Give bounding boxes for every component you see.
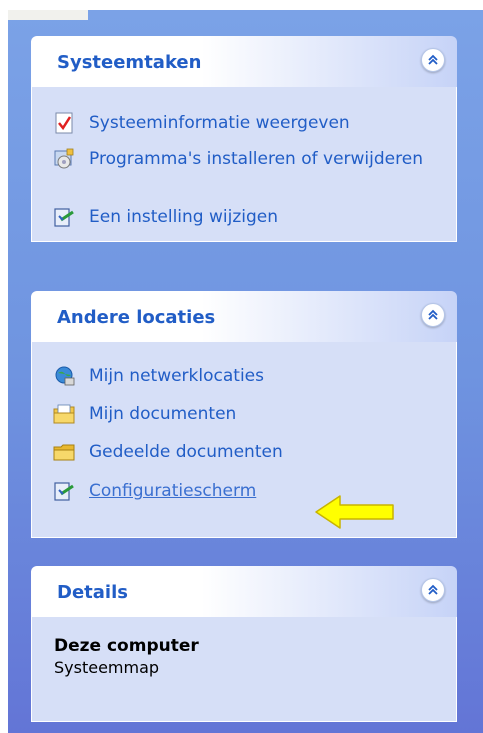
task-label: Programma's installeren of verwijderen [89, 149, 423, 169]
other-places-header[interactable]: Andere locaties [31, 291, 457, 342]
add-remove-programs-icon [54, 148, 74, 169]
system-tasks-header[interactable]: Systeemtaken [31, 36, 457, 87]
place-my-documents[interactable]: Mijn documenten [53, 403, 443, 425]
place-label: Mijn documenten [89, 404, 237, 424]
details-body: Deze computer Systeemmap [31, 617, 457, 722]
my-documents-icon [53, 404, 75, 424]
place-label: Gedeelde documenten [89, 442, 283, 462]
system-tasks-body: Systeeminformatie weergeven Programma's … [31, 87, 457, 242]
task-change-setting[interactable]: Een instelling wijzigen [53, 206, 443, 228]
details-header[interactable]: Details [31, 566, 457, 617]
place-shared-documents[interactable]: Gedeelde documenten [53, 441, 443, 463]
detail-item-name: Deze computer [54, 636, 199, 656]
network-places-icon [55, 366, 75, 386]
collapse-other-places-button[interactable] [421, 303, 445, 327]
task-add-remove-programs[interactable]: Programma's installeren of verwijderen [53, 148, 443, 170]
task-label: Een instelling wijzigen [89, 207, 279, 227]
chevron-up-double-icon [428, 309, 438, 320]
collapse-details-button[interactable] [421, 578, 445, 602]
system-tasks-panel: Systeemtaken Systeeminformatie weergeven [31, 36, 457, 242]
change-setting-icon [54, 208, 74, 227]
system-tasks-title: Systeemtaken [57, 52, 202, 73]
control-panel-icon [54, 482, 74, 501]
window-corner-strip [8, 10, 88, 20]
chevron-up-double-icon [428, 54, 438, 65]
details-panel: Details Deze computer Systeemmap [31, 566, 457, 722]
system-info-icon [55, 112, 73, 134]
shared-documents-folder-icon [53, 444, 75, 461]
place-label: Mijn netwerklocaties [89, 366, 264, 386]
detail-item-type: Systeemmap [54, 658, 160, 677]
chevron-up-double-icon [428, 584, 438, 595]
place-network[interactable]: Mijn netwerklocaties [53, 365, 443, 387]
task-pane-sidebar: Systeemtaken Systeeminformatie weergeven [8, 10, 483, 733]
task-system-info[interactable]: Systeeminformatie weergeven [53, 112, 443, 134]
details-title: Details [57, 582, 128, 603]
pointer-arrow-icon [315, 495, 394, 529]
collapse-system-tasks-button[interactable] [421, 48, 445, 72]
other-places-title: Andere locaties [57, 307, 216, 328]
task-label: Systeeminformatie weergeven [89, 113, 350, 133]
